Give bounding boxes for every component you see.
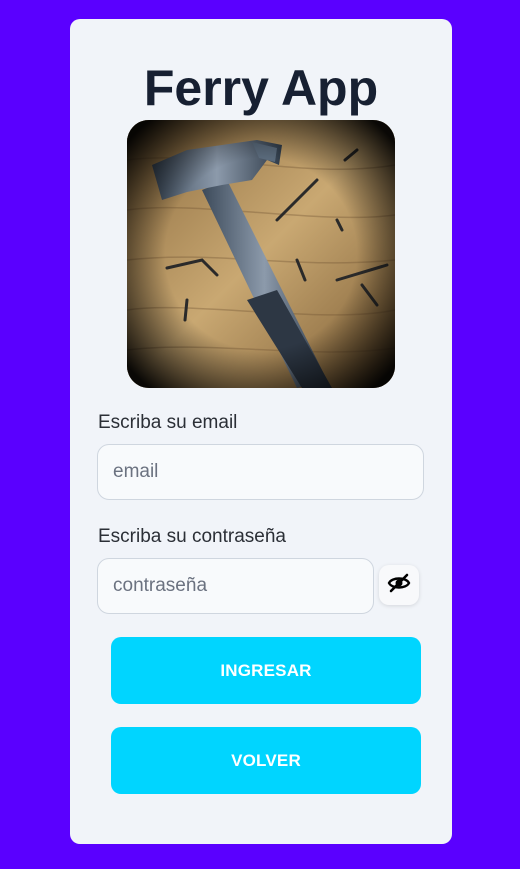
- password-label: Escriba su contraseña: [98, 526, 286, 547]
- toggle-password-visibility-button[interactable]: [379, 565, 419, 605]
- password-input[interactable]: [97, 558, 374, 614]
- login-card: Ferry App Escriba su email email Escriba…: [70, 19, 452, 844]
- eye-slash-icon: [387, 571, 411, 600]
- login-button[interactable]: INGRESAR: [111, 637, 421, 704]
- email-input[interactable]: [97, 444, 424, 500]
- app-title: Ferry App: [143, 60, 379, 116]
- hammer-image: [127, 120, 395, 388]
- back-button[interactable]: VOLVER: [111, 727, 421, 794]
- email-label: Escriba su email: [98, 412, 238, 433]
